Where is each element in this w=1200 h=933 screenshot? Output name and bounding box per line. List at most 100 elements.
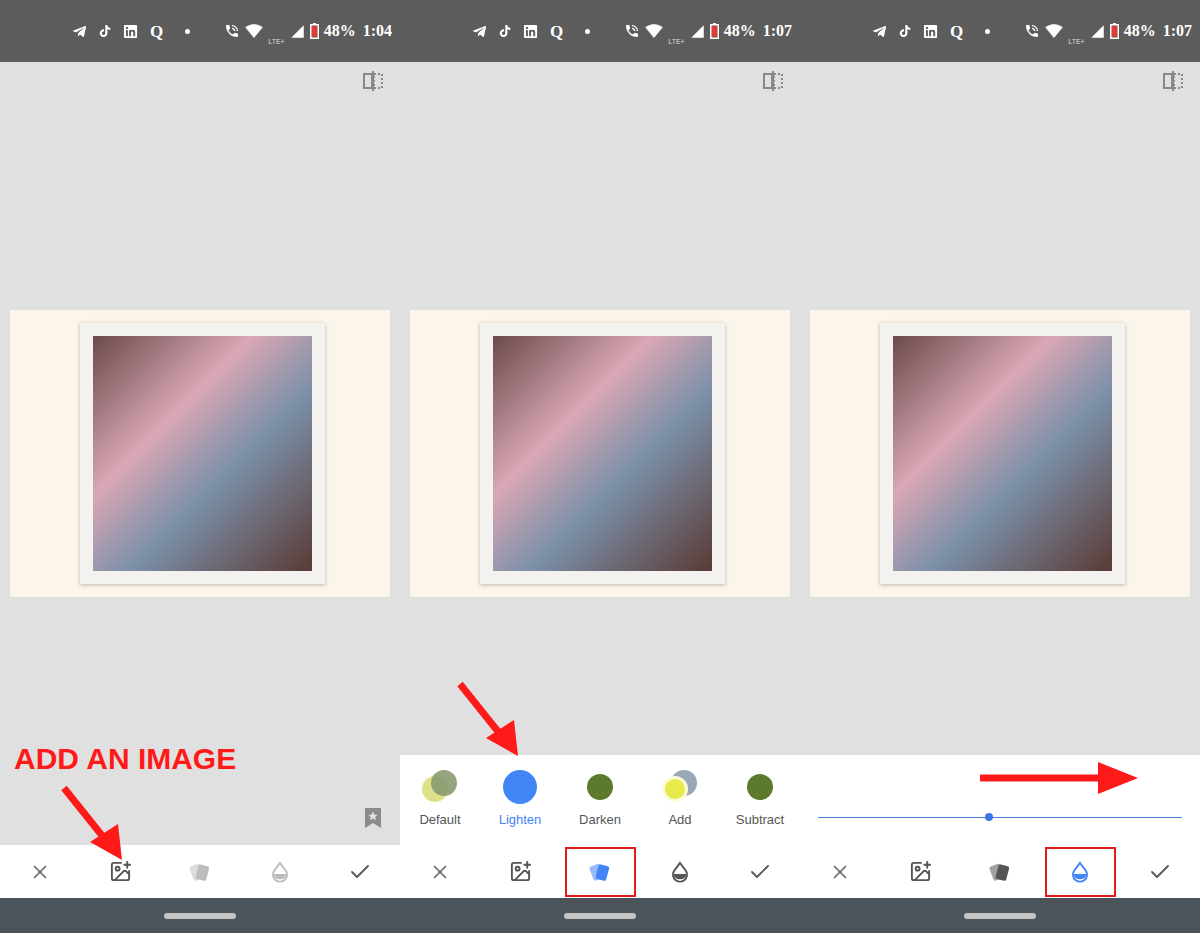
telegram-icon [872,24,887,39]
photo [410,310,790,597]
quora-glyph: Q [950,23,963,40]
toolbar [400,845,800,898]
battery-icon [310,23,319,39]
linkedin-icon [123,24,138,39]
bookmark-button[interactable] [364,807,382,829]
battery-level: 48% [724,23,756,39]
clock: 1:04 [363,23,392,39]
slider-thumb[interactable] [985,813,993,821]
blend-button[interactable] [160,845,240,898]
telegram-icon [72,24,87,39]
check-icon [748,860,772,884]
photo [810,310,1190,597]
add-image-icon [909,860,932,883]
opacity-drop-icon [668,860,692,884]
toolbar [800,845,1200,898]
cancel-button[interactable] [800,845,880,898]
opacity-button[interactable] [640,845,720,898]
battery-icon [1110,23,1119,39]
opacity-drop-icon [268,860,292,884]
blend-mode-option[interactable]: Lighten [480,769,560,845]
linkedin-icon [523,24,538,39]
linkedin-icon [923,24,938,39]
wifi-icon [245,22,263,40]
tiktok-icon [499,25,511,37]
blend-swatch-icon [662,770,698,804]
compare-icon[interactable] [762,71,784,91]
apply-button[interactable] [320,845,400,898]
opacity-button[interactable] [240,845,320,898]
navigation-bar [800,898,1200,933]
wifi-call-icon [624,23,640,39]
blend-mode-option[interactable]: Default [400,769,480,845]
blend-button[interactable] [560,845,640,898]
apply-button[interactable] [720,845,800,898]
blend-mode-option[interactable]: Subtract [720,769,800,845]
quora-glyph: Q [550,23,563,40]
annotation-arrow-icon [978,760,1140,796]
status-bar: Q LTE+ 48% 1:07 [800,0,1200,62]
add-image-icon [109,860,132,883]
wifi-call-icon [1024,23,1040,39]
annotation-arrow-icon [456,680,522,758]
phone-screen: Q LTE+ 48% 1:07 [800,0,1200,933]
wifi-call-icon [224,23,240,39]
quora-glyph: Q [150,23,163,40]
blend-icon [187,859,213,885]
clock: 1:07 [1163,23,1192,39]
network-type: LTE+ [668,38,684,45]
bookmark-star-icon[interactable] [364,807,382,829]
annotation-arrow-icon [60,784,126,862]
blend-button[interactable] [960,845,1040,898]
phone-screen: QLTE+48%1:04 ADD AN IMAGE [0,0,400,933]
home-handle[interactable] [164,913,236,919]
cancel-button[interactable] [400,845,480,898]
blend-swatch-icon [747,774,773,800]
compare-button[interactable] [762,71,784,91]
navigation-bar [400,898,800,933]
opacity-sheet [800,755,1200,845]
compare-icon[interactable] [362,71,384,91]
compare-button[interactable] [1162,71,1184,91]
blend-mode-option[interactable]: Add [640,769,720,845]
opacity-drop-icon [1068,860,1092,884]
wifi-icon [645,22,663,40]
home-handle[interactable] [964,913,1036,919]
add-image-button[interactable] [480,845,560,898]
close-icon [429,861,451,883]
tiktok-icon [899,25,911,37]
tiktok-icon [99,25,111,37]
blend-icon [987,859,1013,885]
compare-button[interactable] [362,71,384,91]
status-bar: QLTE+48%1:04 [0,0,400,62]
blend-swatch-icon [587,774,613,800]
blend-swatch-icon [422,770,458,804]
blend-icon [587,859,613,885]
cancel-button[interactable] [0,845,80,898]
network-type: LTE+ [1068,38,1084,45]
close-icon [29,861,51,883]
canvas: DefaultLightenDarkenAddSubtract [400,62,800,845]
annotation-label: ADD AN IMAGE [14,744,236,774]
compare-icon[interactable] [1162,71,1184,91]
add-image-button[interactable] [880,845,960,898]
tutorial-screenshots: QLTE+48%1:04ADD AN IMAGEQLTE+48%1:07Defa… [0,0,1200,933]
status-bar: Q LTE+ 48% 1:07 [400,0,800,62]
opacity-slider[interactable] [818,813,1182,821]
canvas [0,62,400,845]
apply-button[interactable] [1120,845,1200,898]
battery-level: 48% [1124,23,1156,39]
close-icon [829,861,851,883]
home-handle[interactable] [564,913,636,919]
opacity-button[interactable] [1040,845,1120,898]
navigation-bar [0,898,400,933]
canvas [800,62,1200,845]
blend-mode-option[interactable]: Darken [560,769,640,845]
blend-swatch-icon [503,770,537,804]
photo [10,310,390,597]
telegram-icon [472,24,487,39]
clock: 1:07 [763,23,792,39]
notification-dot [585,29,590,34]
notification-dot [985,29,990,34]
toolbar [0,845,400,898]
